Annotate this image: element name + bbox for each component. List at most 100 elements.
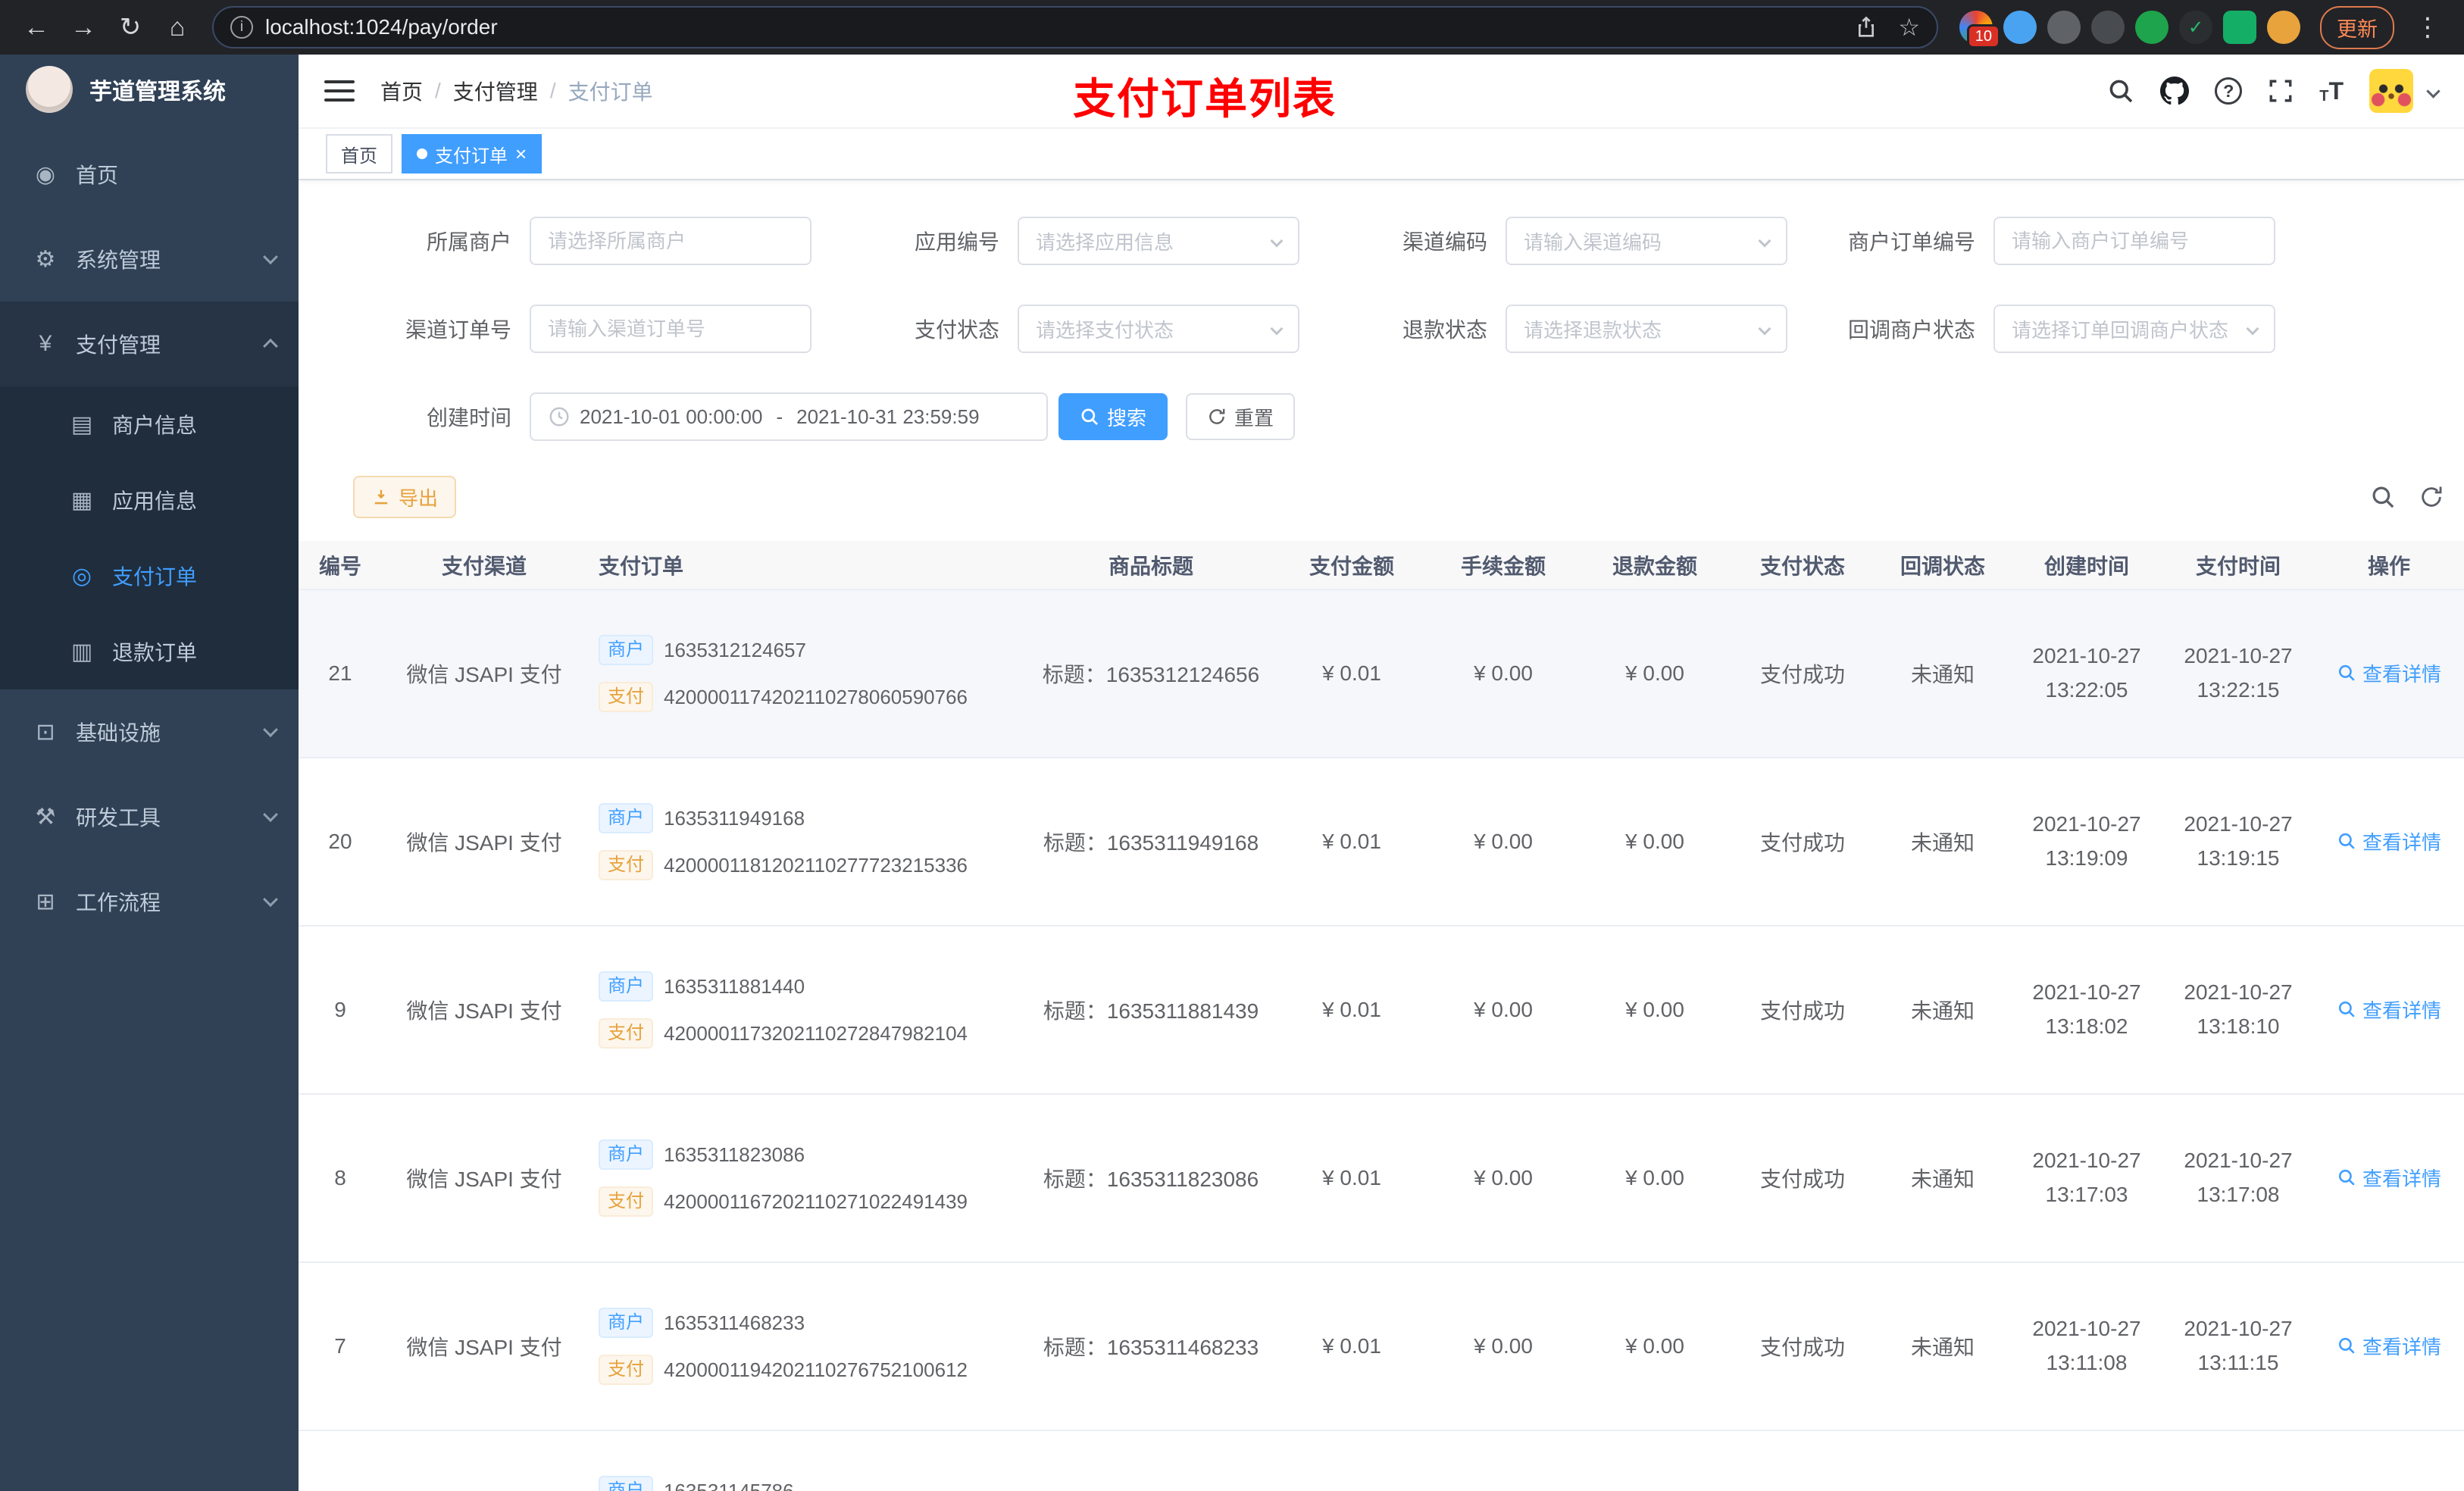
extension-pinwheel-icon[interactable]: 10 <box>1959 11 2000 48</box>
order-numbers: 商户 163531145786 支付 <box>586 1430 1026 1491</box>
filter-label: 商户订单编号 <box>1847 230 1975 254</box>
browser-toolbar: ← → ↻ ⌂ i localhost:1024/pay/order ☆ 10 … <box>0 0 2464 55</box>
merchant-order-no-input[interactable] <box>2012 229 2257 253</box>
question-icon[interactable]: ? <box>2215 77 2243 105</box>
table-header-row: 编号 支付渠道 支付订单 商品标题 支付金额 手续金额 退款金额 支付状态 回调… <box>299 541 2464 590</box>
create-time: 2021-10-27 13:22:05 <box>2011 589 2162 758</box>
sidebar-item-system[interactable]: ⚙ 系统管理 <box>0 217 299 302</box>
forward-icon[interactable]: → <box>62 6 105 48</box>
home-icon[interactable]: ⌂ <box>156 6 199 48</box>
actions-cell: 查看详情 <box>2314 589 2464 758</box>
extension-check-icon[interactable]: ✓ <box>2179 11 2212 44</box>
actions-cell: 查看详情 <box>2314 926 2464 1095</box>
pay-order-no: 4200001181202110277723215336 <box>664 853 968 877</box>
refund-amount: ¥ 0.00 <box>1579 926 1731 1095</box>
app-id-select[interactable]: 请选择应用信息 <box>1018 217 1299 265</box>
chevron-down-icon[interactable] <box>2426 83 2441 98</box>
search-button[interactable]: 搜索 <box>1058 393 1168 440</box>
order-numbers: 商户 1635311468233 支付 42000011942021102767… <box>586 1262 1026 1431</box>
filter-label: 回调商户状态 <box>1847 318 1975 342</box>
breadcrumb-home[interactable]: 首页 <box>380 76 423 106</box>
reload-icon[interactable]: ↻ <box>109 6 152 48</box>
filter-label: 应用编号 <box>914 230 999 254</box>
extension-face-icon[interactable] <box>2267 11 2300 44</box>
merchant-input[interactable] <box>548 229 793 253</box>
close-icon[interactable]: × <box>515 144 527 164</box>
product-title: 标题：1635311949168 <box>1026 758 1276 927</box>
channel-code-select[interactable]: 请输入渠道编码 <box>1506 217 1787 265</box>
sidebar-item-app-info[interactable]: ▦ 应用信息 <box>0 462 299 538</box>
back-icon[interactable]: ← <box>15 6 58 48</box>
refund-status-select[interactable]: 请选择退款状态 <box>1506 305 1787 353</box>
address-bar[interactable]: i localhost:1024/pay/order ☆ <box>212 6 1938 48</box>
pay-status: 支付成功 <box>1731 1094 1875 1263</box>
share-icon[interactable] <box>1854 15 1878 39</box>
view-detail-link[interactable]: 查看详情 <box>2337 1164 2441 1192</box>
search-toggle-icon[interactable] <box>2370 484 2396 510</box>
fullscreen-icon[interactable] <box>2268 78 2294 104</box>
merchant-order-no-field[interactable] <box>1993 217 2275 265</box>
extension-chat-icon[interactable] <box>2223 11 2256 44</box>
pay-status <box>1731 1430 1875 1491</box>
pay-status: 支付成功 <box>1731 926 1875 1095</box>
browser-menu-icon[interactable]: ⋮ <box>2406 6 2449 48</box>
view-detail-link[interactable]: 查看详情 <box>2337 659 2441 687</box>
reset-button[interactable]: 重置 <box>1186 393 1296 440</box>
sidebar-item-infrastructure[interactable]: ⊡ 基础设施 <box>0 689 299 774</box>
sidebar-item-refund-order[interactable]: ▥ 退款订单 <box>0 614 299 689</box>
url-text: localhost:1024/pay/order <box>265 15 498 39</box>
pay-status-select[interactable]: 请选择支付状态 <box>1018 305 1299 353</box>
pay-amount: ¥ 0.01 <box>1276 758 1427 927</box>
merchant-order-no: 1635311468233 <box>664 1311 805 1334</box>
col-order: 支付订单 <box>586 541 1026 590</box>
browser-update-button[interactable]: 更新 <box>2320 5 2394 49</box>
filter-label: 渠道编码 <box>1402 230 1487 254</box>
sidebar-item-merchant-info[interactable]: ▤ 商户信息 <box>0 386 299 462</box>
notify-status-select[interactable]: 请选择订单回调商户状态 <box>1993 305 2275 353</box>
col-status: 支付状态 <box>1731 541 1875 590</box>
breadcrumb-current: 支付订单 <box>568 80 653 104</box>
view-detail-link[interactable]: 查看详情 <box>2337 827 2441 855</box>
create-time-range[interactable]: 2021-10-01 00:00:00 - 2021-10-31 23:59:5… <box>530 392 1048 441</box>
merchant-select[interactable] <box>530 217 811 265</box>
order-channel: 微信 JSAPI 支付 <box>382 589 586 758</box>
hamburger-icon[interactable] <box>324 80 355 102</box>
channel-order-no-field[interactable] <box>530 305 811 353</box>
sidebar-item-home[interactable]: ◉ 首页 <box>0 132 299 217</box>
top-navbar: 首页 / 支付管理 / 支付订单 支付订单列表 ? TT <box>299 55 2464 129</box>
tab-home[interactable]: 首页 <box>326 134 392 173</box>
view-detail-link[interactable]: 查看详情 <box>2337 996 2441 1024</box>
sidebar-item-dev-tools[interactable]: ⚒ 研发工具 <box>0 774 299 859</box>
extension-green-icon[interactable] <box>2135 11 2169 44</box>
sidebar-item-payment[interactable]: ¥ 支付管理 <box>0 302 299 386</box>
font-size-icon[interactable]: TT <box>2319 77 2344 105</box>
export-button[interactable]: 导出 <box>353 476 457 518</box>
avatar[interactable] <box>2369 69 2413 113</box>
app-logo[interactable]: 芋道管理系统 <box>0 55 299 124</box>
site-info-icon[interactable]: i <box>230 16 253 39</box>
tab-pay-order[interactable]: 支付订单 × <box>402 134 543 173</box>
view-detail-link[interactable]: 查看详情 <box>2337 1332 2441 1360</box>
extension-globe-icon[interactable] <box>2047 11 2081 44</box>
notify-status: 未通知 <box>1875 758 2011 927</box>
search-icon[interactable] <box>2107 77 2134 105</box>
github-icon[interactable] <box>2160 77 2190 105</box>
grid-icon: ▦ <box>70 487 93 513</box>
order-id <box>299 1430 382 1491</box>
sidebar-item-workflow[interactable]: ⊞ 工作流程 <box>0 859 299 944</box>
pay-time: 2021-10-27 13:18:10 <box>2162 926 2314 1095</box>
pay-tag: 支付 <box>599 682 653 712</box>
channel-order-no-input[interactable] <box>548 317 793 341</box>
actions-cell: 查看详情 <box>2314 758 2464 927</box>
product-title: 标题：1635311823086 <box>1026 1094 1276 1263</box>
extension-circle-icon[interactable] <box>2091 11 2125 44</box>
merchant-tag: 商户 <box>599 1139 653 1170</box>
extension-drop-icon[interactable] <box>2003 11 2037 44</box>
sidebar-item-pay-order[interactable]: ◎ 支付订单 <box>0 538 299 614</box>
bookmark-star-icon[interactable]: ☆ <box>1898 13 1920 42</box>
order-channel: 微信 JSAPI 支付 <box>382 1262 586 1431</box>
breadcrumb-payment[interactable]: 支付管理 <box>453 76 538 106</box>
pay-time <box>2162 1430 2314 1491</box>
refresh-icon[interactable] <box>2419 484 2444 510</box>
create-time: 2021-10-27 13:19:09 <box>2011 758 2162 927</box>
